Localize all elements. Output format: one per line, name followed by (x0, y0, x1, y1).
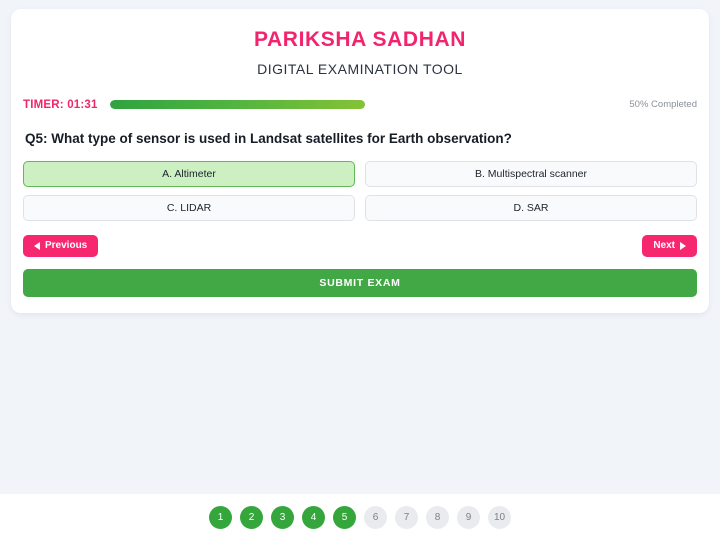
pager-item-4[interactable]: 4 (302, 505, 325, 529)
triangle-left-icon (34, 241, 40, 250)
pager-item-6[interactable]: 6 (364, 505, 387, 529)
pager-item-9[interactable]: 9 (457, 505, 480, 529)
app-title: PARIKSHA SADHAN (253, 28, 466, 51)
triangle-right-icon (680, 241, 686, 250)
pager-item-10[interactable]: 10 (488, 505, 511, 529)
timer-label: TIMER: 01:31 (23, 98, 98, 111)
question-pager-bar: 1 2 3 4 5 6 7 8 9 10 (0, 494, 720, 540)
pager-item-5[interactable]: 5 (333, 505, 356, 529)
pager-item-7[interactable]: 7 (395, 505, 418, 529)
progress-percent-label: 50% Completed (629, 99, 697, 111)
option-a[interactable]: A. Altimeter (23, 160, 355, 187)
progress-bar (109, 100, 620, 110)
previous-button[interactable]: Previous (23, 234, 99, 257)
pager-item-1[interactable]: 1 (209, 505, 232, 529)
previous-button-label: Previous (45, 239, 88, 251)
question-text: Q5: What type of sensor is used in Lands… (25, 130, 512, 146)
option-b[interactable]: B. Multispectral scanner (365, 160, 697, 187)
exam-card: PARIKSHA SADHAN DIGITAL EXAMINATION TOOL… (11, 9, 709, 313)
submit-exam-button[interactable]: SUBMIT EXAM (23, 268, 697, 297)
option-c[interactable]: C. LIDAR (23, 194, 355, 221)
progress-row: TIMER: 01:31 50% Completed (23, 96, 697, 114)
pager-item-8[interactable]: 8 (426, 505, 449, 529)
next-button-label: Next (653, 239, 675, 251)
next-button[interactable]: Next (642, 234, 697, 257)
progress-bar-fill (109, 100, 365, 110)
question-pager: 1 2 3 4 5 6 7 8 9 10 (209, 505, 511, 529)
navigation-row: Previous Next (23, 234, 697, 257)
pager-item-3[interactable]: 3 (271, 505, 294, 529)
answer-options: A. Altimeter B. Multispectral scanner C.… (23, 160, 697, 221)
pager-item-2[interactable]: 2 (240, 505, 263, 529)
option-d[interactable]: D. SAR (365, 194, 697, 221)
app-subtitle: DIGITAL EXAMINATION TOOL (257, 61, 463, 78)
